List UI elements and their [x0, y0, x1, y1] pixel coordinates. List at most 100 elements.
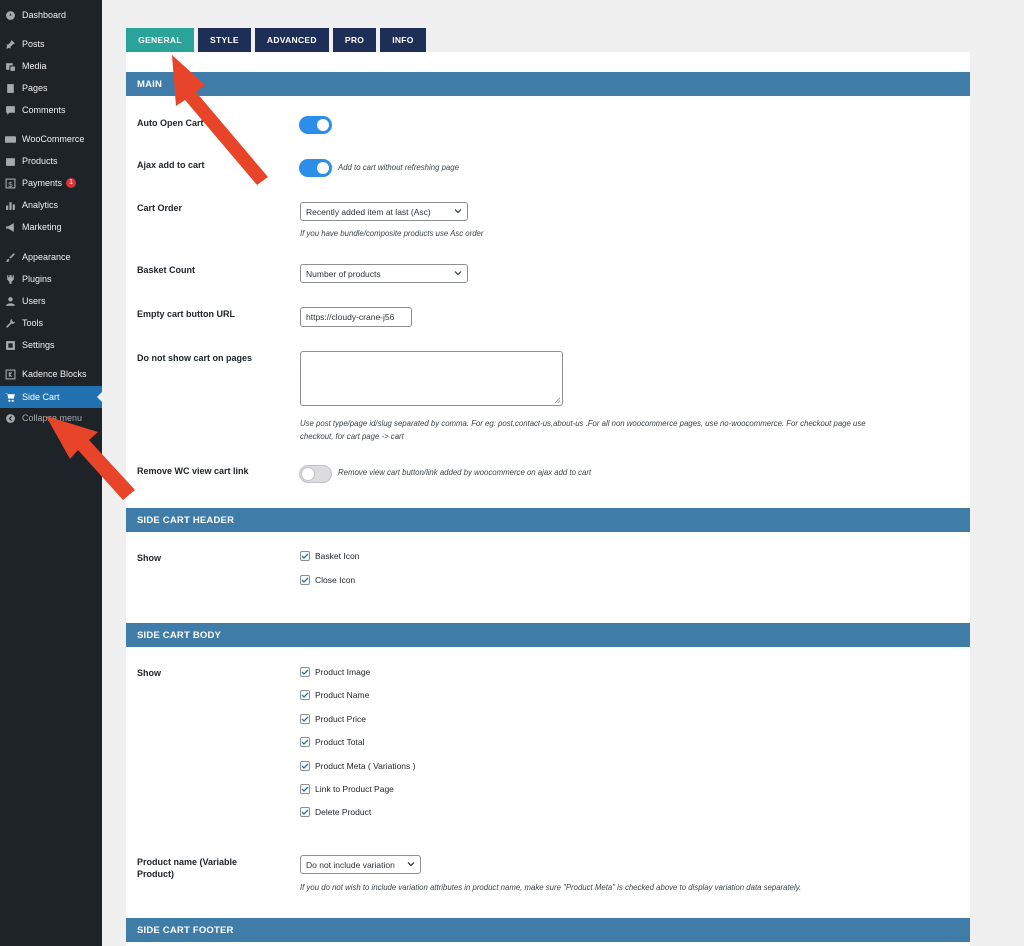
checkmark-icon — [301, 739, 309, 745]
tab-general[interactable]: GENERAL — [126, 28, 194, 52]
pages-icon — [5, 83, 16, 94]
checkbox[interactable] — [300, 784, 310, 794]
settings-icon — [5, 340, 16, 351]
cart-order-hint: If you have bundle/composite products us… — [300, 229, 484, 238]
section-header-side-cart-header: SIDE CART HEADER — [126, 508, 970, 532]
sidebar-item-label: Pages — [22, 83, 48, 93]
sidebar-item-media[interactable]: Media — [0, 55, 102, 77]
empty-cart-url-input[interactable] — [300, 307, 412, 327]
auto-open-cart-toggle[interactable] — [299, 116, 332, 134]
close-icon-checkbox[interactable]: Close Icon — [300, 575, 355, 585]
hide-on-pages-textarea[interactable] — [300, 351, 563, 406]
plugin-icon — [5, 274, 16, 285]
delete-product-checkbox[interactable]: Delete Product — [300, 807, 371, 817]
product-meta-checkbox[interactable]: Product Meta ( Variations ) — [300, 761, 415, 771]
media-icon — [5, 61, 16, 72]
sidebar-item-label: Users — [22, 296, 46, 306]
chevron-down-icon — [407, 862, 415, 867]
product-name-variable-hint: If you do not wish to include variation … — [300, 883, 802, 892]
sidebar-item-label: Tools — [22, 318, 44, 328]
hide-on-pages-label: Do not show cart on pages — [137, 353, 253, 363]
ajax-add-to-cart-hint: Add to cart without refreshing page — [338, 163, 459, 172]
kadence-icon — [5, 369, 16, 380]
sidebar-item-side-cart[interactable]: Side Cart — [0, 386, 102, 408]
sidebar-item-label: Analytics — [22, 200, 59, 210]
sidebar-item-marketing[interactable]: Marketing — [0, 216, 102, 238]
sidebar-item-label: Appearance — [22, 252, 71, 262]
sidebar-item-label: Payments — [22, 178, 63, 188]
payments-icon: $ — [5, 178, 16, 189]
tab-advanced[interactable]: ADVANCED — [254, 28, 329, 52]
megaphone-icon — [5, 222, 16, 233]
checkmark-icon — [301, 553, 309, 559]
link-to-product-checkbox[interactable]: Link to Product Page — [300, 784, 394, 794]
sidebar-item-kadence-blocks[interactable]: Kadence Blocks — [0, 363, 102, 385]
hide-on-pages-hint: Use post type/page id/slug separated by … — [300, 419, 866, 441]
product-name-variation-select[interactable]: Do not include variation — [300, 855, 421, 874]
sidebar-item-label: Media — [22, 61, 47, 71]
settings-tabs: GENERAL STYLE ADVANCED PRO INFO — [126, 28, 426, 52]
remove-view-cart-toggle[interactable] — [299, 465, 332, 483]
notification-badge: 1 — [66, 178, 77, 188]
sidebar-item-pages[interactable]: Pages — [0, 77, 102, 99]
checkmark-icon — [301, 809, 309, 815]
sidebar-item-plugins[interactable]: Plugins — [0, 268, 102, 290]
sidebar-item-tools[interactable]: Tools — [0, 312, 102, 334]
sidebar-item-comments[interactable]: Comments — [0, 99, 102, 121]
sidebar-item-label: Side Cart — [22, 392, 60, 402]
tab-style[interactable]: STYLE — [198, 28, 251, 52]
sidebar-item-products[interactable]: Products — [0, 150, 102, 172]
sidebar-item-label: Settings — [22, 340, 55, 350]
sidebar-item-label: Kadence Blocks — [22, 369, 87, 379]
sidebar-item-label: Dashboard — [22, 10, 67, 20]
sidebar-item-appearance[interactable]: Appearance — [0, 246, 102, 268]
checkbox[interactable] — [300, 737, 310, 747]
ajax-add-to-cart-toggle[interactable] — [299, 159, 332, 177]
sidebar-item-dashboard[interactable]: Dashboard — [0, 4, 102, 26]
body-show-label: Show — [137, 668, 161, 678]
sidebar-item-label: Posts — [22, 39, 45, 49]
collapse-icon — [5, 413, 16, 424]
product-total-checkbox[interactable]: Product Total — [300, 737, 364, 747]
tab-pro[interactable]: PRO — [332, 28, 377, 52]
checkmark-icon — [301, 763, 309, 769]
product-price-checkbox[interactable]: Product Price — [300, 714, 366, 724]
checkbox[interactable] — [300, 575, 310, 585]
header-show-label: Show — [137, 553, 161, 563]
empty-cart-url-label: Empty cart button URL — [137, 309, 235, 319]
checkbox[interactable] — [300, 551, 310, 561]
products-icon — [5, 156, 16, 167]
sidebar-item-analytics[interactable]: Analytics — [0, 194, 102, 216]
tab-info[interactable]: INFO — [380, 28, 426, 52]
checkbox[interactable] — [300, 761, 310, 771]
sidebar-item-payments[interactable]: $ Payments 1 — [0, 172, 102, 194]
sidebar-item-settings[interactable]: Settings — [0, 334, 102, 356]
sidebar-item-label: Products — [22, 156, 58, 166]
sidebar-item-users[interactable]: Users — [0, 290, 102, 312]
product-name-variable-label: Product name (Variable Product) — [137, 857, 238, 879]
wrench-icon — [5, 318, 16, 329]
annotation-arrow-icon — [46, 416, 135, 500]
product-name-checkbox[interactable]: Product Name — [300, 690, 369, 700]
sidebar-item-woocommerce[interactable]: WooCommerce — [0, 128, 102, 150]
product-image-checkbox[interactable]: Product Image — [300, 667, 370, 677]
checkbox[interactable] — [300, 690, 310, 700]
checkbox[interactable] — [300, 667, 310, 677]
cart-order-select[interactable]: Recently added item at last (Asc) — [300, 202, 468, 221]
comment-icon — [5, 105, 16, 116]
sidebar-item-label: Plugins — [22, 274, 52, 284]
woocommerce-icon — [5, 134, 16, 145]
sidebar-item-label: Comments — [22, 105, 66, 115]
checkmark-icon — [301, 669, 309, 675]
checkbox[interactable] — [300, 714, 310, 724]
basket-count-select[interactable]: Number of products — [300, 264, 468, 283]
checkmark-icon — [301, 692, 309, 698]
sidebar-item-posts[interactable]: Posts — [0, 33, 102, 55]
analytics-icon — [5, 200, 16, 211]
basket-icon-checkbox[interactable]: Basket Icon — [300, 551, 359, 561]
remove-view-cart-hint: Remove view cart button/link added by wo… — [338, 468, 592, 477]
resize-grip-icon — [554, 397, 560, 403]
checkbox[interactable] — [300, 807, 310, 817]
remove-view-cart-label: Remove WC view cart link — [137, 466, 249, 476]
sidebar-item-label: WooCommerce — [22, 134, 85, 144]
